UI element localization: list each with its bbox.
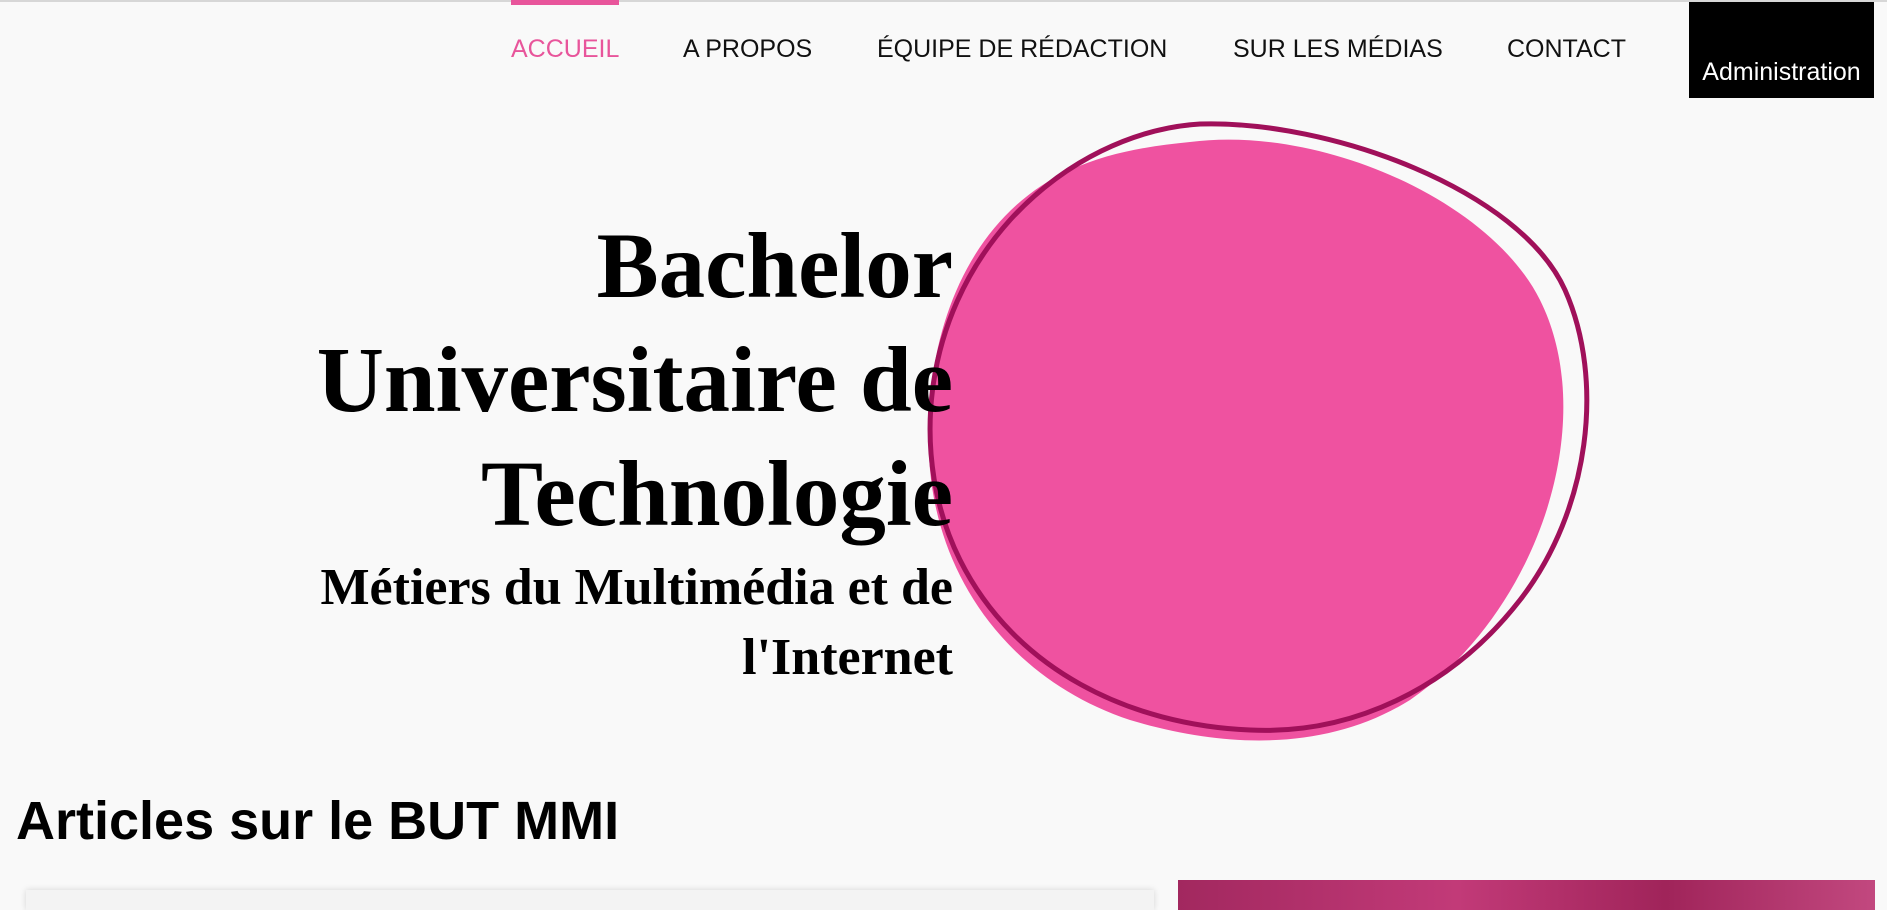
hero-blob-fill xyxy=(928,139,1564,741)
nav-item-accueil[interactable]: ACCUEIL xyxy=(511,0,620,98)
hero-subtitle-line: l'Internet xyxy=(742,629,953,686)
main-nav: ACCUEIL A PROPOS ÉQUIPE DE RÉDACTION SUR… xyxy=(0,0,1887,100)
articles-heading: Articles sur le BUT MMI xyxy=(16,791,620,851)
article-image[interactable] xyxy=(1178,880,1875,910)
hero-subtitle-line: Métiers du Multimédia et de xyxy=(320,559,953,616)
hero-title: Bachelor Universitaire de Technologie xyxy=(317,210,953,552)
hero-subtitle: Métiers du Multimédia et de l'Internet xyxy=(320,553,953,693)
nav-item-a-propos[interactable]: A PROPOS xyxy=(683,0,812,98)
administration-button[interactable]: Administration xyxy=(1689,2,1874,98)
article-card[interactable] xyxy=(26,890,1154,910)
hero-title-line: Universitaire de xyxy=(316,329,953,432)
hero-blob-illustration xyxy=(927,121,1590,741)
hero-title-line: Technologie xyxy=(481,443,953,546)
hero-title-line: Bachelor xyxy=(596,215,953,318)
nav-item-contact[interactable]: CONTACT xyxy=(1507,0,1626,98)
nav-item-sur-les-medias[interactable]: SUR LES MÉDIAS xyxy=(1233,0,1443,98)
nav-item-equipe-redaction[interactable]: ÉQUIPE DE RÉDACTION xyxy=(877,0,1167,98)
